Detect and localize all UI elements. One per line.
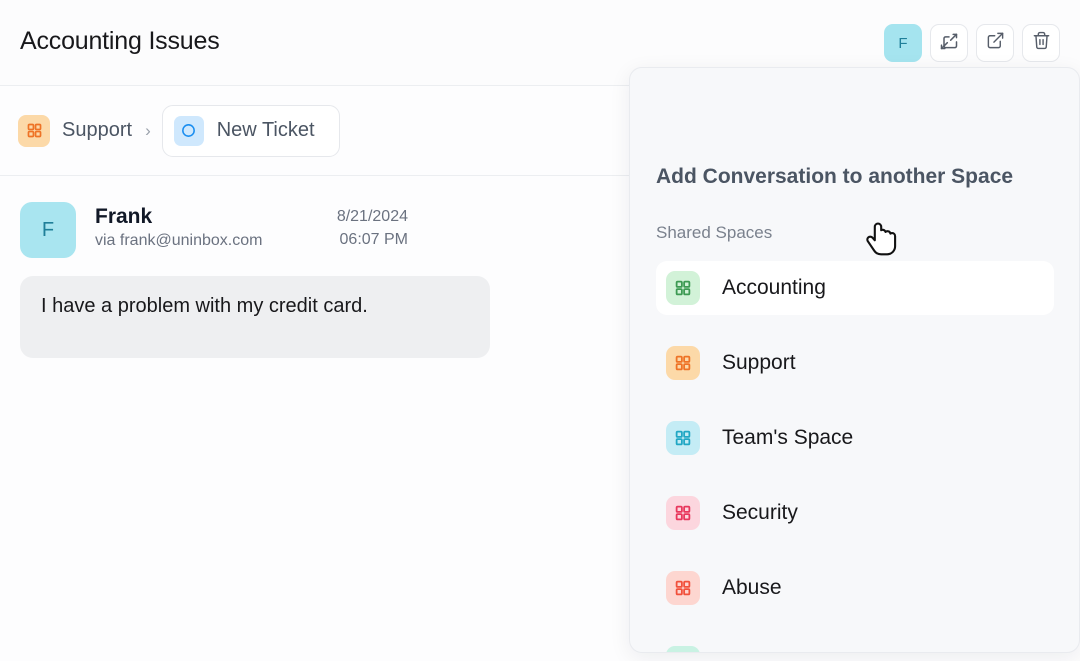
breadcrumb-space-label: Support <box>62 119 132 142</box>
message-thread: F Frank via frank@uninbox.com 8/21/2024 … <box>0 177 640 358</box>
breadcrumb-separator-icon: › <box>145 121 151 141</box>
space-list-item-label: Security <box>722 501 798 525</box>
message-via-address: via frank@uninbox.com <box>95 232 262 250</box>
add-to-space-button[interactable] <box>930 24 968 62</box>
message-header: F Frank via frank@uninbox.com 8/21/2024 … <box>20 202 620 258</box>
grid-icon <box>666 496 700 530</box>
space-list-item[interactable]: Accounting <box>656 261 1054 315</box>
breadcrumb-space-support[interactable]: Support <box>18 115 132 147</box>
space-list-item[interactable]: Abuse <box>656 561 1054 615</box>
page-title: Accounting Issues <box>20 27 220 56</box>
panel-title: Add Conversation to another Space <box>656 165 1013 189</box>
grid-icon <box>666 346 700 380</box>
message-timestamp: 8/21/2024 06:07 PM <box>337 202 408 251</box>
message-author: Frank <box>95 204 262 230</box>
space-list-item-label: Accounting <box>722 276 826 300</box>
grid-icon <box>666 271 700 305</box>
message-time: 06:07 PM <box>337 228 408 251</box>
avatar-initial: F <box>42 219 54 242</box>
trash-icon <box>1032 31 1051 55</box>
space-list-item[interactable]: Support <box>656 336 1054 390</box>
message-body: I have a problem with my credit card. <box>20 276 490 358</box>
grid-icon <box>666 421 700 455</box>
grid-icon <box>666 646 700 653</box>
breadcrumb-ticket-pill[interactable]: New Ticket <box>162 105 340 157</box>
message-identity: Frank via frank@uninbox.com <box>95 202 262 250</box>
space-list-item[interactable]: Team's Space <box>656 411 1054 465</box>
arrow-into-box-icon <box>939 31 959 56</box>
space-list-item-label: Investor Relations <box>722 651 890 653</box>
add-to-space-panel: Add Conversation to another Space Shared… <box>629 67 1080 653</box>
open-external-button[interactable] <box>976 24 1014 62</box>
participant-avatar-badge[interactable]: F <box>884 24 922 62</box>
space-list-item-label: Abuse <box>722 576 782 600</box>
header-toolbar: F <box>884 24 1060 62</box>
breadcrumb-ticket-label: New Ticket <box>217 119 315 142</box>
space-list-item-label: Support <box>722 351 796 375</box>
space-list-item[interactable]: Security <box>656 486 1054 540</box>
delete-button[interactable] <box>1022 24 1060 62</box>
external-link-icon <box>986 31 1005 55</box>
space-list-item-label: Team's Space <box>722 426 853 450</box>
message-date: 8/21/2024 <box>337 205 408 228</box>
avatar: F <box>20 202 76 258</box>
panel-section-label: Shared Spaces <box>656 223 772 243</box>
circle-icon <box>174 116 204 146</box>
avatar-initial: F <box>898 35 907 52</box>
space-list-item[interactable]: Investor Relations <box>656 636 1054 653</box>
grid-icon <box>18 115 50 147</box>
grid-icon <box>666 571 700 605</box>
